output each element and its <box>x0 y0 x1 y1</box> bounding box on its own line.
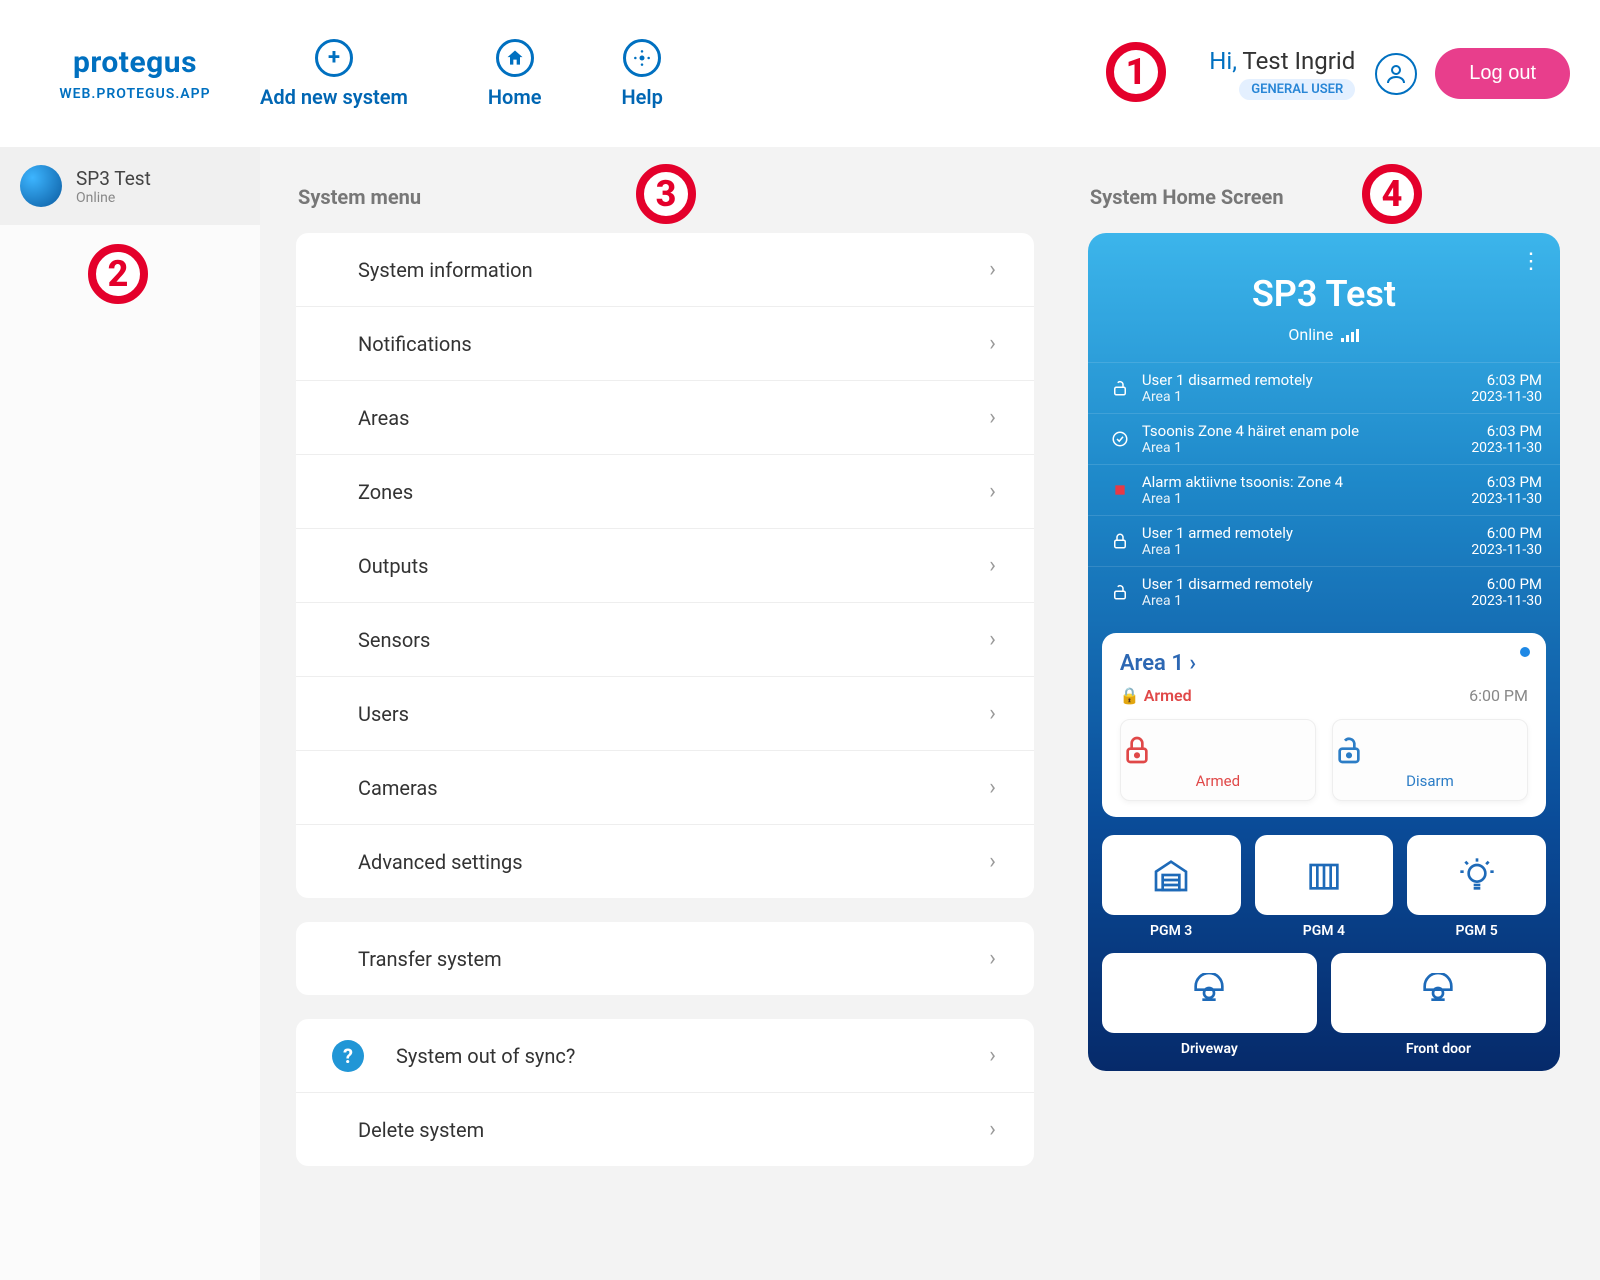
help-button[interactable]: Help <box>622 39 663 109</box>
pgm-button[interactable] <box>1102 953 1317 1033</box>
sidebar-system-item[interactable]: SP3 Test Online <box>0 147 260 225</box>
home-label: Home <box>488 85 542 109</box>
event-row[interactable]: User 1 disarmed remotelyArea 1 6:03 PM20… <box>1088 362 1560 413</box>
logo-text: protegus <box>50 45 220 80</box>
home-card-title: SP3 Test <box>1088 273 1560 315</box>
chevron-right-icon: › <box>989 775 996 800</box>
area-time: 6:00 PM <box>1469 686 1528 705</box>
menu-group-main: System information›Notifications›Areas›Z… <box>296 233 1034 898</box>
event-row[interactable]: Tsoonis Zone 4 häiret enam poleArea 1 6:… <box>1088 413 1560 464</box>
menu-item-system information[interactable]: System information› <box>296 233 1034 307</box>
system-home-title: System Home Screen <box>1090 185 1560 209</box>
chevron-right-icon: › <box>989 627 996 652</box>
pgm-button[interactable] <box>1255 835 1394 915</box>
area-card[interactable]: Area 1 › 🔒 Armed 6:00 PM A <box>1102 633 1546 817</box>
chevron-right-icon: › <box>989 1117 996 1142</box>
user-info: Hi, Test Ingrid GENERAL USER <box>1209 47 1355 100</box>
system-menu-column: System menu System information›Notificat… <box>296 177 1034 1250</box>
callout-2: 2 <box>88 244 148 304</box>
lock-icon <box>1106 532 1134 550</box>
pgm-row-1: PGM 3 PGM 4 PGM 5 <box>1088 835 1560 953</box>
menu-item-outputs[interactable]: Outputs› <box>296 529 1034 603</box>
add-system-button[interactable]: + Add new system <box>260 39 408 109</box>
home-card-status: Online <box>1088 325 1560 344</box>
event-list: User 1 disarmed remotelyArea 1 6:03 PM20… <box>1088 362 1560 617</box>
system-status-dot-icon <box>20 165 62 207</box>
event-row[interactable]: Alarm aktiivne tsoonis: Zone 4Area 1 6:0… <box>1088 464 1560 515</box>
pgm-row-2: Driveway Front door <box>1088 953 1560 1071</box>
chevron-right-icon: › <box>989 405 996 430</box>
menu-item-advanced settings[interactable]: Advanced settings› <box>296 825 1034 898</box>
unlock-icon <box>1106 379 1134 397</box>
menu-group-danger: ?System out of sync?›Delete system› <box>296 1019 1034 1166</box>
pgm-front door: Front door <box>1331 953 1546 1057</box>
home-button[interactable]: Home <box>488 39 542 109</box>
chevron-right-icon: › <box>989 946 996 971</box>
pgm-button[interactable] <box>1407 835 1546 915</box>
logout-button[interactable]: Log out <box>1435 48 1570 99</box>
alarm-icon <box>1106 483 1134 497</box>
menu-item-users[interactable]: Users› <box>296 677 1034 751</box>
menu-item-sensors[interactable]: Sensors› <box>296 603 1034 677</box>
callout-3: 3 <box>636 164 696 224</box>
plus-icon: + <box>315 39 353 77</box>
user-role-badge: GENERAL USER <box>1239 79 1355 100</box>
chevron-right-icon: › <box>989 257 996 282</box>
menu-item-notifications[interactable]: Notifications› <box>296 307 1034 381</box>
area-state: 🔒 Armed <box>1120 686 1192 705</box>
event-row[interactable]: User 1 armed remotelyArea 1 6:00 PM2023-… <box>1088 515 1560 566</box>
add-system-label: Add new system <box>260 85 408 109</box>
menu-item-cameras[interactable]: Cameras› <box>296 751 1034 825</box>
area-name: Area 1 › <box>1120 651 1528 676</box>
lock-open-icon <box>1333 734 1527 766</box>
chevron-right-icon: › <box>989 331 996 356</box>
callout-1: 1 <box>1106 42 1166 102</box>
sidebar-system-status: Online <box>76 190 151 206</box>
help-icon <box>623 39 661 77</box>
armed-button[interactable]: Armed <box>1120 719 1316 801</box>
menu-item-transfer system[interactable]: Transfer system› <box>296 922 1034 995</box>
pgm-pgm 3: PGM 3 <box>1102 835 1241 939</box>
chevron-right-icon: › <box>989 849 996 874</box>
chevron-right-icon: › <box>989 701 996 726</box>
menu-group-transfer: Transfer system› <box>296 922 1034 995</box>
pgm-button[interactable] <box>1331 953 1546 1033</box>
lock-icon: 🔒 <box>1120 686 1140 705</box>
avatar-button[interactable] <box>1375 53 1417 95</box>
menu-item-areas[interactable]: Areas› <box>296 381 1034 455</box>
check-icon <box>1106 430 1134 448</box>
home-icon <box>496 39 534 77</box>
chevron-right-icon: › <box>989 479 996 504</box>
question-icon: ? <box>332 1040 364 1072</box>
event-row[interactable]: User 1 disarmed remotelyArea 1 6:00 PM20… <box>1088 566 1560 617</box>
sidebar: SP3 Test Online <box>0 147 260 1280</box>
unlock-icon <box>1106 583 1134 601</box>
disarm-button[interactable]: Disarm <box>1332 719 1528 801</box>
help-label: Help <box>622 85 663 109</box>
menu-item-system-out-of-sync-[interactable]: ?System out of sync?› <box>296 1019 1034 1093</box>
pgm-pgm 5: PGM 5 <box>1407 835 1546 939</box>
chevron-right-icon: › <box>1189 651 1196 676</box>
signal-icon <box>1341 328 1359 342</box>
pgm-button[interactable] <box>1102 835 1241 915</box>
lock-closed-icon <box>1121 734 1315 766</box>
chevron-right-icon: › <box>989 1043 996 1068</box>
area-indicator-dot <box>1520 647 1530 657</box>
menu-item-delete-system[interactable]: Delete system› <box>296 1093 1034 1166</box>
chevron-right-icon: › <box>989 553 996 578</box>
system-home-card: ⋮ SP3 Test Online User 1 disarmed remote… <box>1088 233 1560 1071</box>
pgm-pgm 4: PGM 4 <box>1255 835 1394 939</box>
pgm-driveway: Driveway <box>1102 953 1317 1057</box>
header: protegus WEB.PROTEGUS.APP + Add new syst… <box>0 0 1600 147</box>
user-greeting: Hi, Test Ingrid <box>1209 47 1355 75</box>
logo-sub: WEB.PROTEGUS.APP <box>50 86 220 102</box>
logo[interactable]: protegus WEB.PROTEGUS.APP <box>50 45 220 102</box>
menu-item-zones[interactable]: Zones› <box>296 455 1034 529</box>
more-menu-icon[interactable]: ⋮ <box>1520 249 1542 274</box>
callout-4: 4 <box>1362 164 1422 224</box>
system-home-column: System Home Screen ⋮ SP3 Test Online Use… <box>1088 177 1560 1250</box>
sidebar-system-name: SP3 Test <box>76 167 151 190</box>
